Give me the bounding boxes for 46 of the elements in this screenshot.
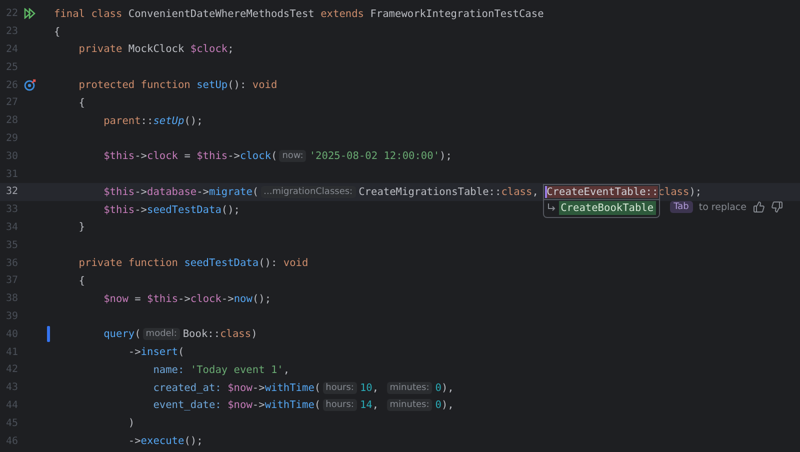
code-text: query( <box>104 328 141 340</box>
thumbs-up-icon[interactable] <box>752 201 765 214</box>
return-arrow-icon <box>546 203 556 212</box>
code-text: created_at: $now->withTime( <box>153 382 321 394</box>
code-text: private function seedTestData(): void <box>78 257 308 270</box>
code-text: protected function setUp(): void <box>78 79 278 92</box>
code-text: { <box>78 274 85 287</box>
code-text: ->insert( <box>128 346 184 358</box>
code-text: 14, <box>360 399 380 412</box>
code-text: parent::setUp(); <box>104 114 203 127</box>
parameter-hint: ...migrationClasses: <box>260 186 356 198</box>
parameter-hint: model: <box>142 328 180 340</box>
code-text: 0), <box>435 399 454 412</box>
line-number: 32 <box>4 186 18 198</box>
code-text: Book::class) <box>182 328 258 340</box>
code-text: $this->seedTestData(); <box>104 204 240 216</box>
code-text: $this->clock = $this->clock( <box>104 150 278 162</box>
code-text: ) <box>128 417 135 430</box>
parameter-hint: minutes: <box>386 382 432 394</box>
code-text: { <box>54 26 60 38</box>
code-text: final class ConvenientDateWhereMethodsTest extends FrameworkIntegrationTestCase <box>54 8 544 20</box>
replaced-code: CreateEventTable:: <box>544 186 658 198</box>
code-text: } <box>78 221 85 234</box>
hint-text: to replace <box>698 202 747 213</box>
code-text: private MockClock $clock; <box>78 43 234 56</box>
parameter-hint: now: <box>279 150 306 162</box>
parameter-hint: hours: <box>322 382 357 394</box>
code-text: event_date: $now->withTime( <box>153 399 321 412</box>
code-text: class); <box>658 186 702 198</box>
key-hint: Tab <box>670 201 693 214</box>
code-text: CreateMigrationsTable::class, <box>358 186 540 198</box>
change-marker <box>47 326 50 342</box>
override-icon[interactable] <box>24 79 36 92</box>
code-text: { <box>78 96 85 109</box>
code-text: $this->database->migrate( <box>104 186 259 198</box>
code-text: $now = $this->clock->now(); <box>104 292 272 305</box>
parameter-hint: hours: <box>322 399 357 412</box>
thumbs-down-icon[interactable] <box>770 201 783 214</box>
code-text: name: 'Today event 1', <box>153 364 290 376</box>
parameter-hint: minutes: <box>386 399 432 412</box>
suggested-code[interactable]: CreateBookTable <box>558 200 656 215</box>
run-icon[interactable] <box>24 8 36 20</box>
code-text: '2025-08-02 12:00:00'); <box>309 150 452 162</box>
code-text: 0), <box>435 382 454 394</box>
code-text: 10, <box>360 382 380 394</box>
code-text: ->execute(); <box>128 435 203 448</box>
